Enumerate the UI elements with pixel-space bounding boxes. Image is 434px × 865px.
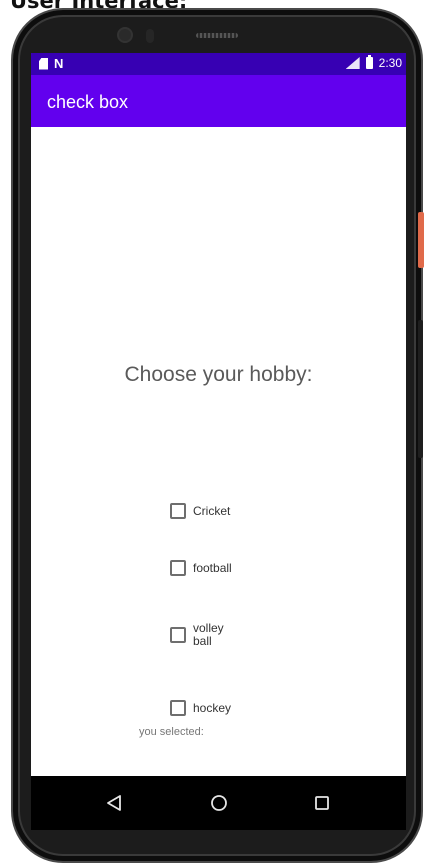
app-title: check box xyxy=(47,92,129,112)
checkbox-football[interactable]: football xyxy=(170,560,239,576)
hobby-heading: Choose your hobby: xyxy=(124,363,313,386)
status-bar: N 2:30 xyxy=(31,53,406,75)
app-bar: check box xyxy=(31,75,406,127)
checkbox-box[interactable] xyxy=(170,560,186,576)
home-circle-icon[interactable] xyxy=(207,791,231,815)
main-content: Choose your hobby: Cricket football voll… xyxy=(31,127,406,776)
earpiece-speaker xyxy=(196,33,238,38)
checkbox-box[interactable] xyxy=(170,503,186,519)
power-button xyxy=(418,212,424,268)
checkbox-box[interactable] xyxy=(170,627,186,643)
checkbox-box[interactable] xyxy=(170,700,186,716)
status-time: 2:30 xyxy=(378,56,402,70)
back-triangle-icon[interactable] xyxy=(102,791,126,815)
proximity-sensor xyxy=(146,29,154,43)
battery-icon xyxy=(365,55,373,69)
volume-button xyxy=(418,320,423,458)
checkbox-cricket[interactable]: Cricket xyxy=(170,503,239,519)
signal-icon xyxy=(345,57,360,69)
checkbox-label: hockey xyxy=(193,700,232,715)
front-camera xyxy=(117,27,133,43)
selected-output: you selected: xyxy=(139,726,204,738)
checkbox-volley-ball[interactable]: volley ball xyxy=(170,622,239,648)
n-icon: N xyxy=(54,56,64,71)
checkbox-label: Cricket xyxy=(193,503,231,518)
navigation-bar xyxy=(31,776,406,830)
sim-icon xyxy=(39,57,48,70)
checkbox-hockey[interactable]: hockey xyxy=(170,700,239,716)
checkbox-label: volley ball xyxy=(193,621,224,648)
device-screen: N 2:30 check box Choose your hobby: Cric… xyxy=(31,53,406,830)
checkbox-label: football xyxy=(193,560,232,575)
recent-square-icon[interactable] xyxy=(310,791,334,815)
